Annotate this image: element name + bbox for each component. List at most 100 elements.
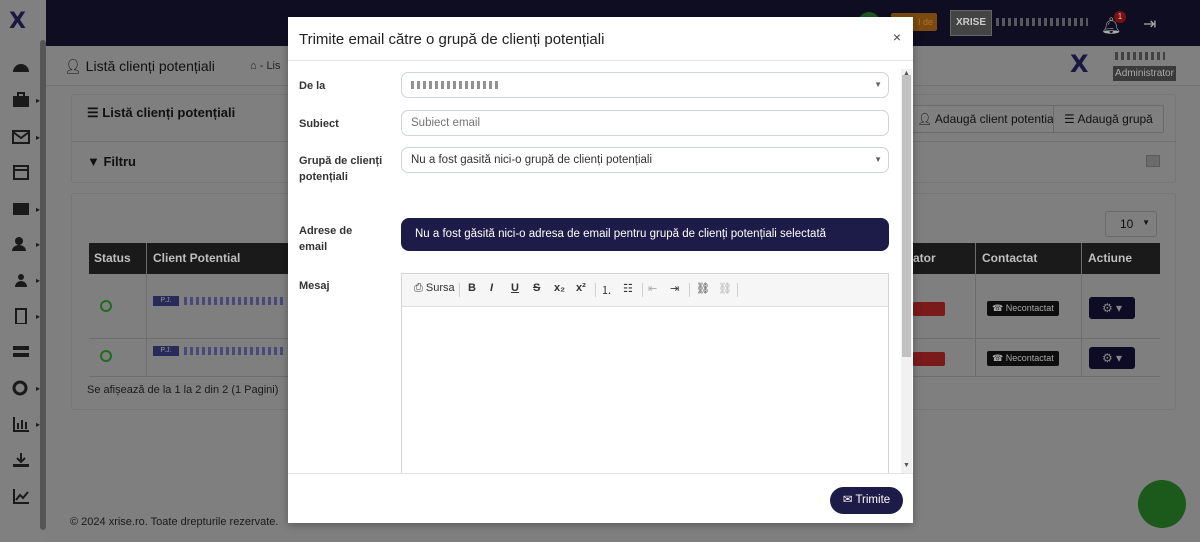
- modal-header: Trimite email către o grupă de clienți p…: [288, 17, 913, 61]
- th-operator[interactable]: ator: [913, 251, 936, 265]
- indent-icon[interactable]: ⇥: [670, 282, 679, 295]
- th-actions[interactable]: Actiune: [1088, 251, 1132, 265]
- home-icon[interactable]: ⌂: [250, 60, 257, 72]
- settings-icon[interactable]: [10, 379, 32, 397]
- page-title: 👤︎ Listă clienți potențiali: [64, 58, 215, 74]
- th-contacted[interactable]: Contactat: [982, 251, 1037, 265]
- download-icon[interactable]: [10, 451, 32, 469]
- group-label: Grupă de clienți potențiali: [299, 155, 383, 183]
- gear-icon: ⚙ ▾: [1101, 351, 1123, 365]
- status-indicator: [100, 300, 112, 312]
- status-indicator: [100, 350, 112, 362]
- logout-icon[interactable]: ⇥: [1143, 14, 1156, 34]
- subject-input[interactable]: [401, 110, 889, 136]
- table-summary: Se afișează de la 1 la 2 din 2 (1 Pagini…: [87, 384, 279, 396]
- modal-body: De la ▼ Subiect Grupă de cliențipotenția…: [288, 62, 913, 473]
- support-avatar[interactable]: [1138, 480, 1186, 528]
- client-name[interactable]: [184, 297, 284, 305]
- close-icon[interactable]: ×: [893, 29, 901, 45]
- client-type-badge: P.J.: [153, 296, 179, 306]
- source-button[interactable]: ⎙ Sursa: [414, 282, 455, 295]
- envelope-icon: ✉: [842, 494, 856, 506]
- server-icon[interactable]: [10, 343, 32, 361]
- editor-toolbar: ⎙ Sursa B I U S x₂ x² ⒈ ☷ ⇤ ⇥ ⛓ ⛓: [402, 274, 888, 307]
- from-label: De la: [299, 80, 326, 92]
- user-plus-icon: 👤︎: [917, 112, 935, 126]
- from-select[interactable]: ▼: [401, 72, 889, 98]
- send-button[interactable]: ✉ Trimite: [830, 487, 903, 514]
- dashboard-icon[interactable]: [10, 57, 32, 75]
- filter-icon: ▼: [87, 154, 104, 169]
- bold-icon[interactable]: B: [468, 282, 476, 294]
- strikethrough-icon[interactable]: S: [533, 282, 540, 294]
- italic-icon[interactable]: I: [490, 282, 493, 294]
- actions-dropdown-button[interactable]: ⚙ ▾: [1089, 347, 1135, 369]
- breadcrumb-home[interactable]: ⌂ - Lis: [250, 60, 281, 72]
- from-value: [411, 81, 501, 89]
- chevron-down-icon: ▼: [1142, 218, 1150, 227]
- unlink-icon[interactable]: ⛓: [718, 282, 732, 295]
- user-role-badge: Administrator: [1113, 66, 1176, 81]
- superscript-icon[interactable]: x²: [576, 282, 586, 294]
- footer-copyright: © 2024 xrise.ro. Toate drepturile rezerv…: [70, 516, 279, 528]
- modal-footer: ✉ Trimite: [288, 473, 913, 523]
- contact-status-badge: ☎ Necontactat: [987, 301, 1059, 316]
- list-icon: ☰: [87, 105, 103, 120]
- bar-chart-icon[interactable]: [10, 415, 32, 433]
- gear-icon: ⚙ ▾: [1101, 301, 1123, 315]
- operator-badge: [913, 302, 945, 316]
- phone-icon: ☎: [992, 303, 1006, 313]
- list-icon: ☰: [1064, 112, 1078, 126]
- user-avatar[interactable]: X: [1070, 50, 1100, 78]
- contact-status-badge: ☎ Necontactat: [987, 351, 1059, 366]
- phone-icon: ☎: [992, 353, 1006, 363]
- briefcase-icon[interactable]: [10, 91, 32, 109]
- chevron-down-icon: ▼: [874, 155, 882, 164]
- envelope-icon[interactable]: [10, 128, 32, 146]
- users-icon[interactable]: [10, 271, 32, 289]
- modal-title: Trimite email către o grupă de clienți p…: [299, 31, 605, 48]
- collapse-icon[interactable]: [1146, 155, 1160, 167]
- send-email-modal: Trimite email către o grupă de clienți p…: [288, 17, 913, 523]
- list-icon[interactable]: [10, 200, 32, 218]
- group-select-value: Nu a fost gasită nici-o grupă de clienți…: [411, 154, 653, 166]
- chevron-down-icon: ▼: [874, 80, 882, 89]
- source-icon: ⎙: [414, 282, 426, 294]
- add-group-button[interactable]: ☰ Adaugă grupă: [1053, 105, 1164, 133]
- filter-toggle[interactable]: ▼ Filtru: [87, 154, 136, 169]
- client-name[interactable]: [184, 347, 284, 355]
- user-plus-icon[interactable]: [10, 235, 32, 253]
- th-client[interactable]: Client Potential: [153, 251, 240, 265]
- calendar-icon[interactable]: [10, 163, 32, 181]
- company-name: [996, 18, 1088, 26]
- client-type-badge: P.J.: [153, 346, 179, 356]
- user-name: [1115, 52, 1165, 60]
- no-addresses-alert: Nu a fost găsită nici-o adresa de email …: [401, 218, 889, 251]
- notification-count: 1: [1114, 11, 1126, 23]
- list-card-title: ☰ Listă clienți potențiali: [87, 105, 236, 120]
- message-label: Mesaj: [299, 280, 330, 292]
- modal-scrollbar-thumb[interactable]: [902, 75, 911, 357]
- message-editor[interactable]: ⎙ Sursa B I U S x₂ x² ⒈ ☷ ⇤ ⇥ ⛓ ⛓: [401, 273, 889, 473]
- sidebar-scrollbar[interactable]: [40, 40, 46, 530]
- numbered-list-icon[interactable]: ⒈: [601, 282, 612, 298]
- scroll-up-icon[interactable]: ▲: [903, 70, 910, 77]
- th-status[interactable]: Status: [94, 251, 131, 265]
- group-select[interactable]: Nu a fost gasită nici-o grupă de clienți…: [401, 147, 889, 173]
- app-logo[interactable]: X: [9, 9, 26, 34]
- operator-badge: [913, 352, 945, 366]
- scroll-down-icon[interactable]: ▼: [903, 462, 910, 469]
- page-size-select[interactable]: 10 ▼: [1105, 211, 1157, 237]
- line-chart-icon[interactable]: [10, 487, 32, 505]
- addresses-label: Adrese de email: [299, 225, 353, 253]
- actions-dropdown-button[interactable]: ⚙ ▾: [1089, 297, 1135, 319]
- bullet-list-icon[interactable]: ☷: [623, 282, 633, 295]
- subject-label: Subiect: [299, 118, 339, 130]
- underline-icon[interactable]: U: [511, 282, 519, 294]
- link-icon[interactable]: ⛓: [696, 282, 710, 295]
- outdent-icon[interactable]: ⇤: [648, 282, 657, 295]
- building-icon[interactable]: [10, 307, 32, 325]
- brand-logo: XRISE: [950, 10, 992, 36]
- add-client-button[interactable]: 👤︎ Adaugă client potential: [906, 105, 1068, 133]
- subscript-icon[interactable]: x₂: [554, 282, 565, 294]
